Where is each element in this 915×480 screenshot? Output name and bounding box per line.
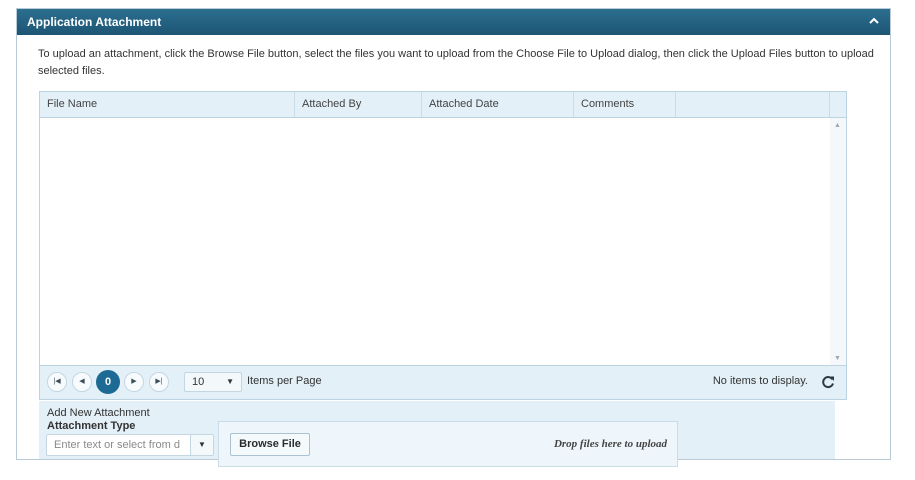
column-header-attached-by[interactable]: Attached By bbox=[295, 92, 422, 117]
browse-file-button[interactable]: Browse File bbox=[230, 433, 310, 456]
scroll-up-icon[interactable]: ▲ bbox=[834, 122, 841, 129]
grid-header: File Name Attached By Attached Date Comm… bbox=[40, 92, 846, 118]
grid-body bbox=[40, 118, 830, 366]
chevron-up-icon[interactable] bbox=[866, 13, 882, 29]
instructions-text: To upload an attachment, click the Brows… bbox=[38, 48, 874, 77]
vertical-scrollbar[interactable]: ▲ ▼ bbox=[830, 118, 846, 366]
column-header-actions bbox=[676, 92, 830, 117]
grid-pager: |◀ ◀ 0 ▶ ▶| 10 ▼ Items per Page No items… bbox=[40, 365, 846, 399]
dropdown-arrow-icon: ▼ bbox=[226, 377, 234, 386]
column-header-comments[interactable]: Comments bbox=[574, 92, 676, 117]
add-attachment-label: Add New Attachment bbox=[47, 407, 150, 419]
scroll-down-icon[interactable]: ▼ bbox=[834, 355, 841, 362]
attachment-panel: Application Attachment To upload an atta… bbox=[16, 8, 891, 467]
prev-page-icon[interactable]: ◀ bbox=[72, 372, 92, 392]
current-page-button[interactable]: 0 bbox=[96, 370, 120, 394]
refresh-icon[interactable] bbox=[820, 374, 836, 390]
attachment-type-label: Attachment Type bbox=[47, 420, 136, 432]
attachment-type-combobox: ▼ bbox=[46, 434, 214, 456]
file-drop-zone[interactable]: Browse File Drop files here to upload bbox=[218, 421, 678, 467]
page-size-value: 10 bbox=[192, 376, 205, 388]
panel-title: Application Attachment bbox=[27, 15, 162, 29]
first-page-icon[interactable]: |◀ bbox=[47, 372, 67, 392]
last-page-icon[interactable]: ▶| bbox=[149, 372, 169, 392]
drop-files-hint: Drop files here to upload bbox=[553, 438, 667, 450]
column-header-attached-date[interactable]: Attached Date bbox=[422, 92, 574, 117]
panel-header: Application Attachment bbox=[17, 9, 890, 35]
page-size-select[interactable]: 10 ▼ bbox=[184, 372, 242, 392]
items-per-page-label: Items per Page bbox=[247, 375, 322, 387]
column-header-file-name[interactable]: File Name bbox=[40, 92, 295, 117]
next-page-icon[interactable]: ▶ bbox=[124, 372, 144, 392]
dropdown-arrow-icon[interactable]: ▼ bbox=[190, 435, 213, 455]
attachments-grid: File Name Attached By Attached Date Comm… bbox=[39, 91, 847, 400]
attachment-type-input[interactable] bbox=[47, 435, 192, 455]
pager-status: No items to display. bbox=[712, 375, 808, 387]
add-attachment-section: Add New Attachment Attachment Type ▼ Bro… bbox=[39, 401, 835, 467]
